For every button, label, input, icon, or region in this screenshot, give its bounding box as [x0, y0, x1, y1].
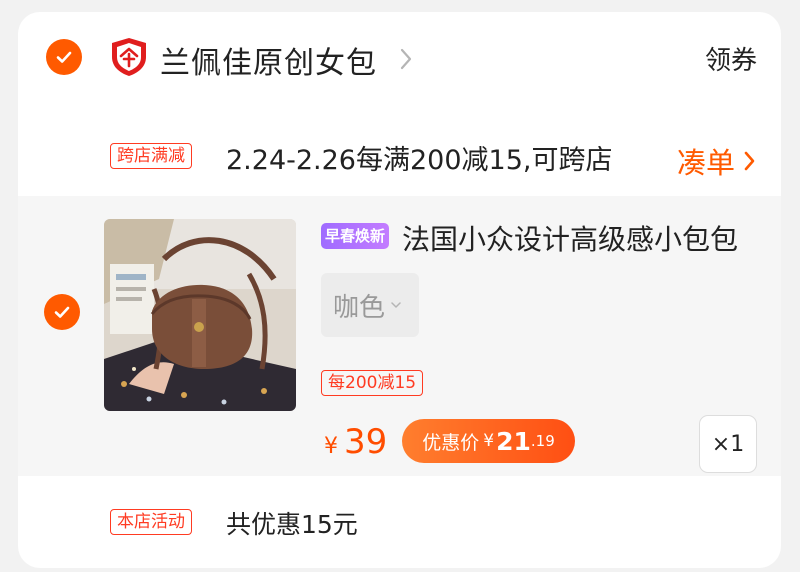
promo-tag: 跨店满减	[110, 143, 192, 169]
get-coupon-button[interactable]: 领券	[705, 40, 757, 77]
sku-selector[interactable]: 咖色	[321, 273, 419, 337]
activity-tag: 本店活动	[110, 509, 192, 535]
checkmark-icon	[56, 51, 72, 63]
quantity-stepper[interactable]: ×1	[699, 415, 757, 473]
chevron-down-icon	[391, 302, 401, 308]
chevron-right-icon[interactable]	[399, 47, 413, 71]
store-activity: 本店活动 共优惠15元	[18, 490, 781, 560]
cross-store-promo: 跨店满减 2.24-2.26每满200减15,可跨店 凑单	[18, 122, 781, 186]
item-price: ¥ 39	[324, 422, 387, 462]
season-tag: 早春焕新	[321, 223, 390, 249]
deal-price-badge: 优惠价 ¥ 21 .19	[402, 419, 575, 463]
shop-shield-icon	[110, 37, 148, 77]
cart-item: 早春焕新 法国小众设计高级感小包包 咖色 每200减15 ¥ 39 优惠价 ¥ …	[18, 196, 781, 476]
combine-order-label: 凑单	[676, 146, 735, 180]
price-value: 39	[344, 422, 388, 462]
shop-header: 兰佩佳原创女包 领券	[18, 12, 781, 102]
checkmark-icon	[54, 306, 70, 318]
deal-dec: .19	[530, 432, 555, 450]
discount-tag: 每200减15	[321, 370, 424, 396]
cart-shop-card: 兰佩佳原创女包 领券 跨店满减 2.24-2.26每满200减15,可跨店 凑单	[18, 12, 781, 568]
price-currency: ¥	[324, 434, 338, 459]
promo-text: 2.24-2.26每满200减15,可跨店	[226, 145, 613, 176]
shop-select-checkbox[interactable]	[46, 39, 82, 75]
item-select-checkbox[interactable]	[44, 294, 80, 330]
deal-int: 21	[496, 426, 531, 456]
deal-label: 优惠价	[422, 431, 480, 454]
chevron-right-icon	[744, 151, 755, 171]
combine-order-button[interactable]: 凑单	[677, 140, 757, 182]
product-title[interactable]: 法国小众设计高级感小包包	[402, 218, 738, 258]
shop-name[interactable]: 兰佩佳原创女包	[160, 38, 377, 82]
activity-text: 共优惠15元	[226, 510, 358, 539]
sku-label: 咖色	[333, 292, 386, 323]
deal-currency: ¥	[483, 431, 495, 451]
product-image[interactable]	[104, 219, 296, 411]
